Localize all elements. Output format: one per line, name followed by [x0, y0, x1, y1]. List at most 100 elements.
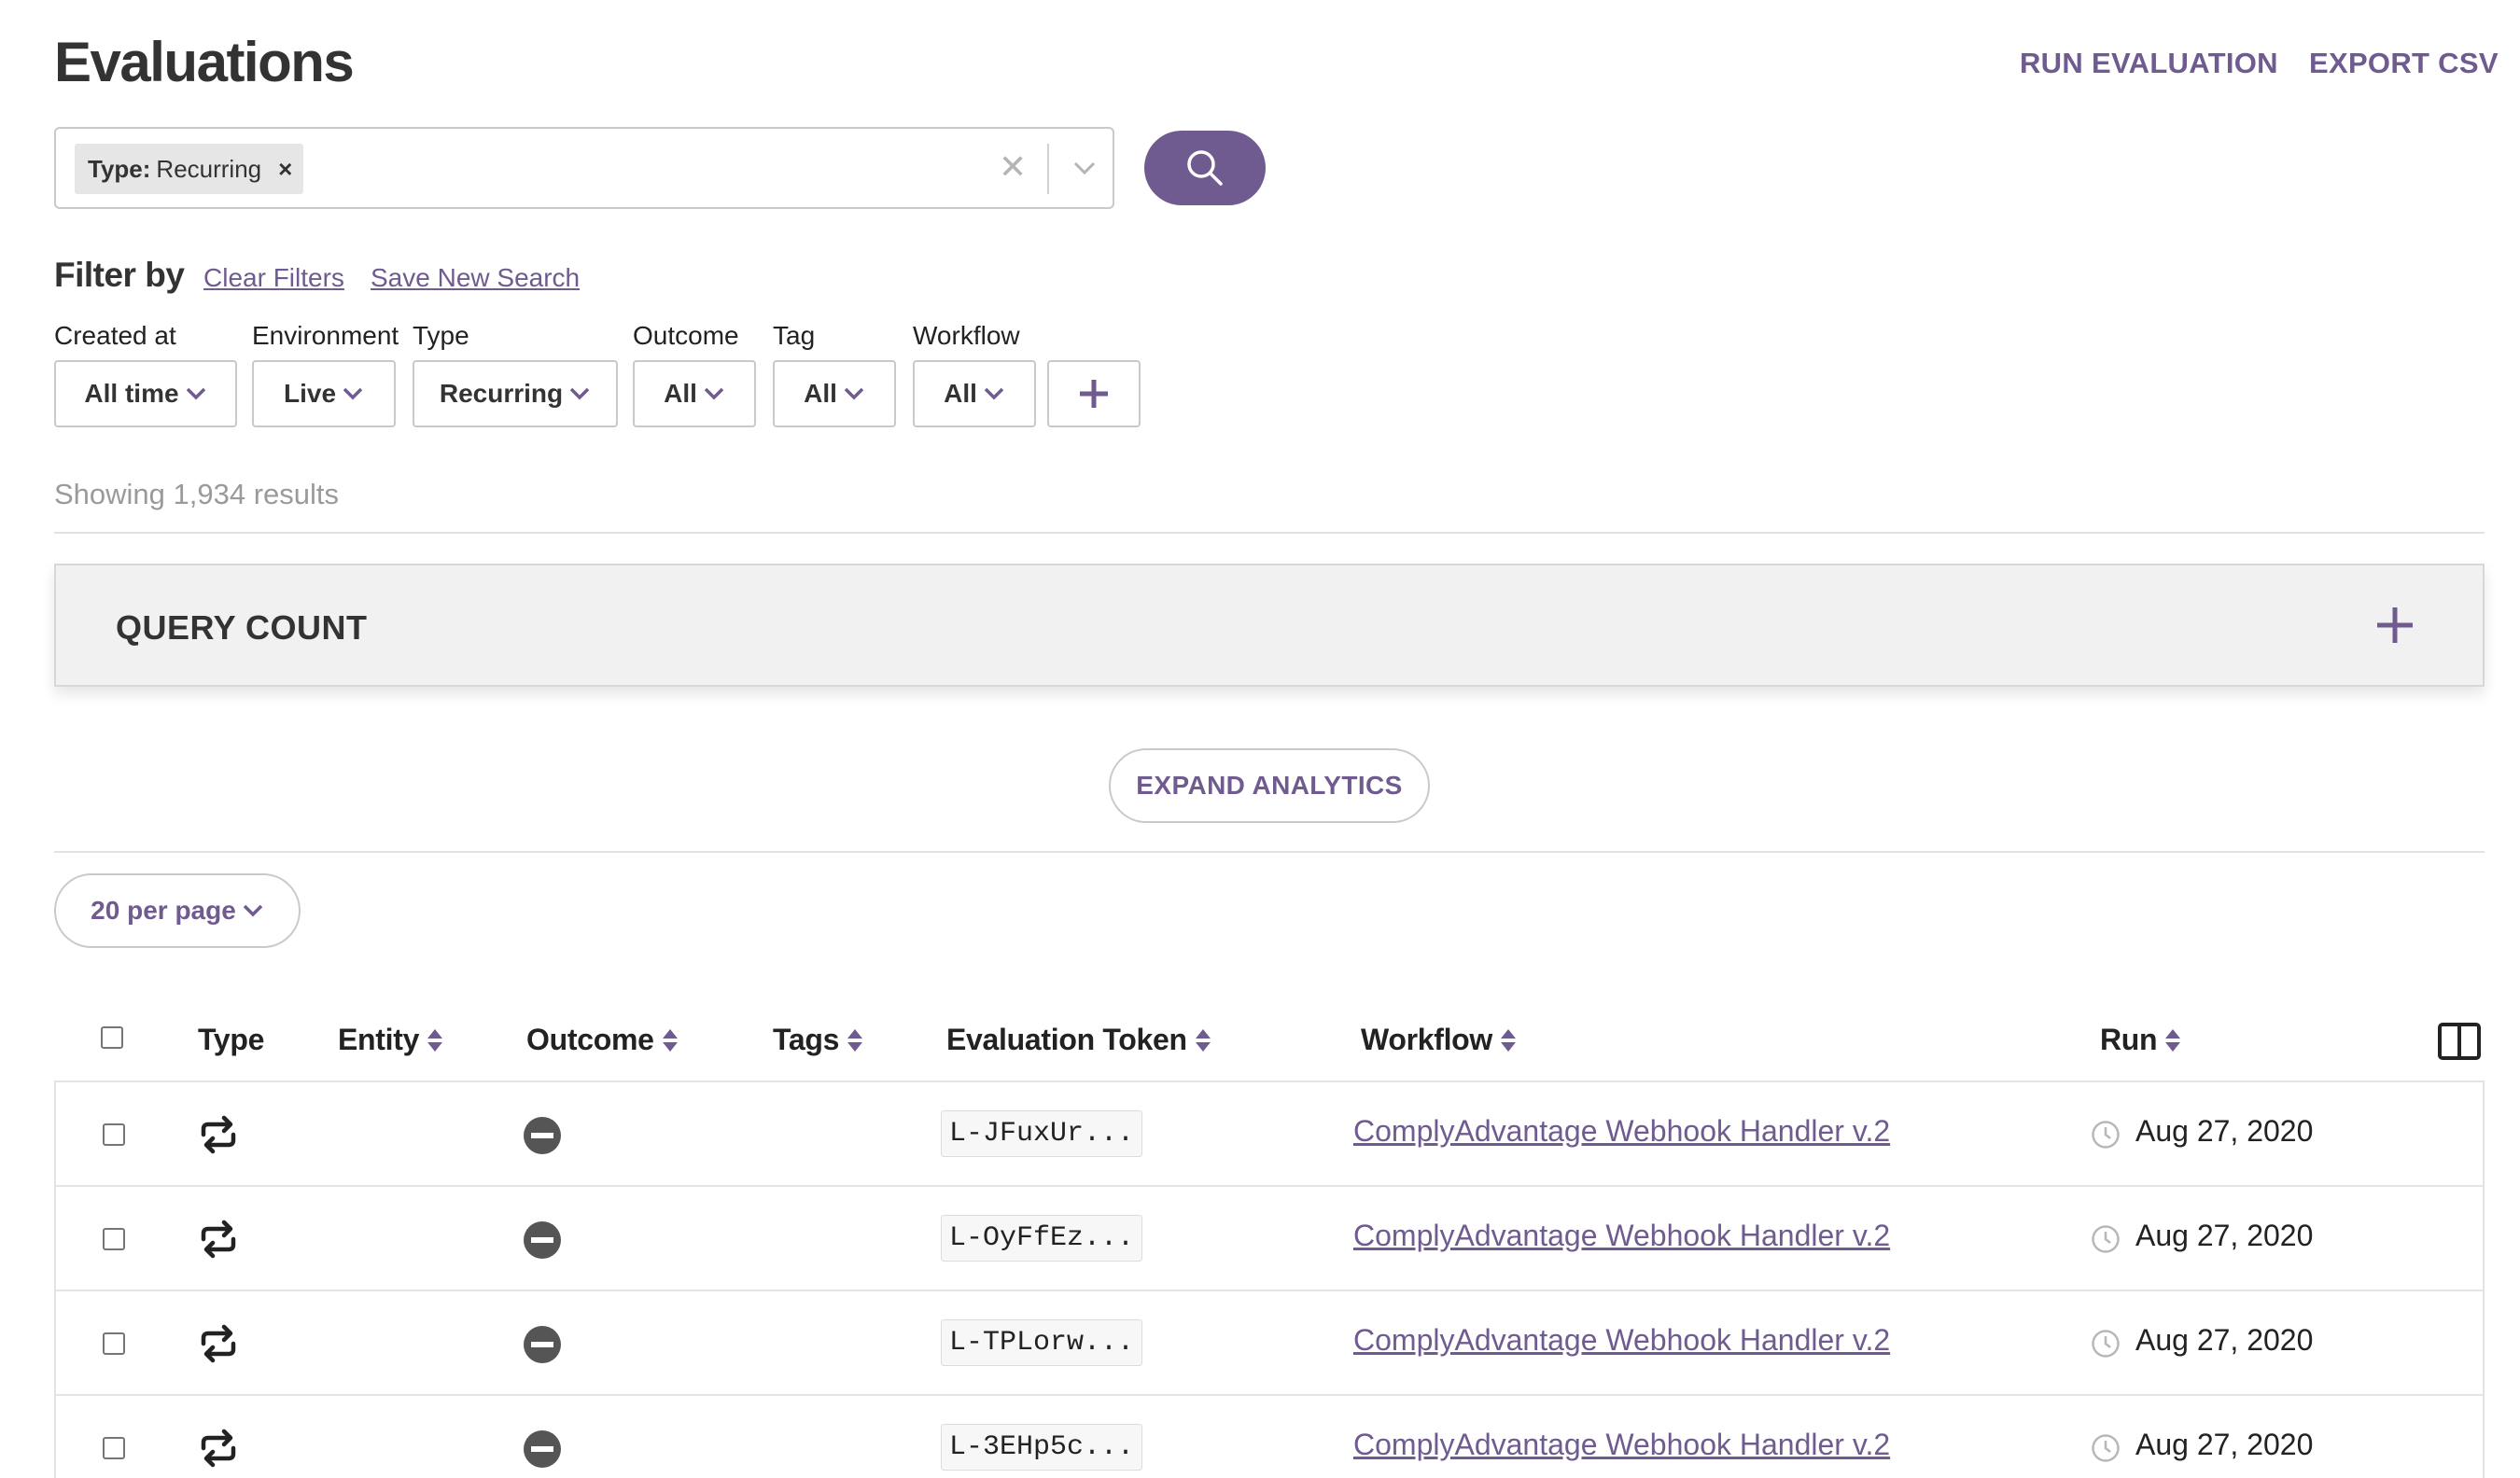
column-header-outcome[interactable]: Outcome: [526, 1023, 679, 1057]
column-header-evaluation-token[interactable]: Evaluation Token: [946, 1023, 1211, 1057]
table-row[interactable]: L-JFuxUr... ComplyAdvantage Webhook Hand…: [56, 1082, 2483, 1187]
blocked-icon: [524, 1326, 561, 1363]
blocked-icon: [524, 1117, 561, 1154]
chip-key: Type:: [88, 154, 151, 183]
search-input[interactable]: Type: Recurring × ✕: [54, 127, 1114, 209]
repeat-icon: [201, 1220, 236, 1259]
evaluation-token[interactable]: L-JFuxUr...: [941, 1110, 1143, 1157]
clock-icon: [2092, 1434, 2120, 1462]
run-evaluation-button[interactable]: RUN EVALUATION: [2020, 47, 2278, 80]
divider: [54, 532, 2485, 534]
filter-workflow-dropdown[interactable]: All: [913, 360, 1036, 427]
query-count-title: QUERY COUNT: [116, 608, 368, 647]
per-page-dropdown[interactable]: 20 per page: [54, 873, 301, 948]
blocked-icon: [524, 1430, 561, 1468]
filter-environment-dropdown[interactable]: Live: [252, 360, 396, 427]
run-date: Aug 27, 2020: [2135, 1114, 2314, 1148]
column-label: Evaluation Token: [946, 1023, 1187, 1056]
filter-label-outcome: Outcome: [633, 321, 739, 350]
sort-icon: [1501, 1028, 1517, 1052]
filter-outcome-dropdown[interactable]: All: [633, 360, 756, 427]
query-count-panel[interactable]: QUERY COUNT: [54, 564, 2485, 687]
filter-value: All: [664, 379, 697, 408]
table-row[interactable]: L-OyFfEz... ComplyAdvantage Webhook Hand…: [56, 1187, 2483, 1291]
evaluation-token[interactable]: L-TPLorw...: [941, 1319, 1143, 1366]
filter-label-tag: Tag: [773, 321, 816, 350]
clear-filters-link[interactable]: Clear Filters: [203, 263, 344, 293]
sort-icon: [662, 1028, 678, 1052]
sort-icon: [847, 1028, 863, 1052]
filter-value: All: [944, 379, 977, 408]
filter-tag-dropdown[interactable]: All: [773, 360, 896, 427]
row-checkbox[interactable]: [103, 1332, 125, 1355]
chip-value: Recurring: [156, 154, 262, 183]
chevron-down-icon: [984, 387, 1004, 400]
column-label: Outcome: [526, 1023, 654, 1056]
row-checkbox[interactable]: [103, 1228, 125, 1250]
clock-icon: [2092, 1330, 2120, 1358]
filter-label-workflow: Workflow: [913, 321, 1020, 350]
results-count: Showing 1,934 results: [54, 478, 340, 510]
workflow-link[interactable]: ComplyAdvantage Webhook Handler v.2: [1353, 1114, 1890, 1149]
evaluation-token[interactable]: L-OyFfEz...: [941, 1215, 1143, 1262]
filter-by-heading: Filter by: [54, 256, 185, 294]
column-header-type: Type: [198, 1023, 264, 1057]
chevron-down-icon: [243, 904, 263, 917]
search-divider: [1047, 144, 1049, 194]
column-label: Entity: [338, 1023, 420, 1056]
repeat-icon: [201, 1324, 236, 1363]
filter-value: All: [804, 379, 837, 408]
table-row[interactable]: L-3EHp5c... ComplyAdvantage Webhook Hand…: [56, 1396, 2483, 1478]
search-button[interactable]: [1144, 131, 1266, 205]
sort-icon: [1195, 1028, 1211, 1052]
blocked-icon: [524, 1221, 561, 1259]
column-header-tags[interactable]: Tags: [773, 1023, 863, 1057]
chevron-down-icon[interactable]: [1071, 155, 1098, 181]
plus-icon: [1080, 380, 1108, 408]
chip-remove-icon[interactable]: ×: [278, 155, 292, 184]
expand-plus-icon[interactable]: [2374, 605, 2415, 646]
column-header-entity[interactable]: Entity: [338, 1023, 443, 1057]
filter-type-dropdown[interactable]: Recurring: [413, 360, 618, 427]
repeat-icon: [201, 1429, 236, 1468]
column-label: Run: [2100, 1023, 2158, 1056]
filter-created-at-dropdown[interactable]: All time: [54, 360, 237, 427]
expand-analytics-button[interactable]: EXPAND ANALYTICS: [1109, 748, 1430, 823]
run-date: Aug 27, 2020: [2135, 1428, 2314, 1461]
chevron-down-icon: [569, 387, 590, 400]
sort-icon: [427, 1028, 443, 1052]
column-settings-icon[interactable]: [2438, 1023, 2481, 1060]
export-csv-button[interactable]: EXPORT CSV: [2309, 47, 2499, 80]
search-icon: [1187, 150, 1223, 186]
filter-value: All time: [84, 379, 179, 408]
page-title: Evaluations: [54, 31, 355, 93]
filter-label-type: Type: [413, 321, 469, 350]
clock-icon: [2092, 1225, 2120, 1253]
select-all-checkbox[interactable]: [101, 1026, 123, 1049]
column-header-run[interactable]: Run: [2100, 1023, 2181, 1057]
search-filter-chip[interactable]: Type: Recurring ×: [75, 144, 304, 194]
evaluations-table: L-JFuxUr... ComplyAdvantage Webhook Hand…: [54, 1081, 2485, 1478]
clear-search-icon[interactable]: ✕: [999, 147, 1027, 187]
chevron-down-icon: [844, 387, 864, 400]
column-header-workflow[interactable]: Workflow: [1361, 1023, 1517, 1057]
evaluation-token[interactable]: L-3EHp5c...: [941, 1424, 1143, 1471]
run-date: Aug 27, 2020: [2135, 1323, 2314, 1357]
workflow-link[interactable]: ComplyAdvantage Webhook Handler v.2: [1353, 1219, 1890, 1253]
column-label: Tags: [773, 1023, 840, 1056]
table-row[interactable]: L-TPLorw... ComplyAdvantage Webhook Hand…: [56, 1291, 2483, 1396]
add-filter-button[interactable]: [1047, 360, 1141, 427]
per-page-value: 20 per page: [91, 896, 236, 925]
filter-value: Recurring: [439, 379, 564, 408]
row-checkbox[interactable]: [103, 1123, 125, 1146]
filter-label-created-at: Created at: [54, 321, 176, 350]
workflow-link[interactable]: ComplyAdvantage Webhook Handler v.2: [1353, 1428, 1890, 1462]
sort-icon: [2165, 1028, 2181, 1052]
workflow-link[interactable]: ComplyAdvantage Webhook Handler v.2: [1353, 1323, 1890, 1358]
chevron-down-icon: [704, 387, 724, 400]
filter-label-environment: Environment: [252, 321, 399, 350]
row-checkbox[interactable]: [103, 1437, 125, 1459]
save-new-search-link[interactable]: Save New Search: [371, 263, 580, 293]
chevron-down-icon: [343, 387, 363, 400]
chevron-down-icon: [186, 387, 205, 400]
